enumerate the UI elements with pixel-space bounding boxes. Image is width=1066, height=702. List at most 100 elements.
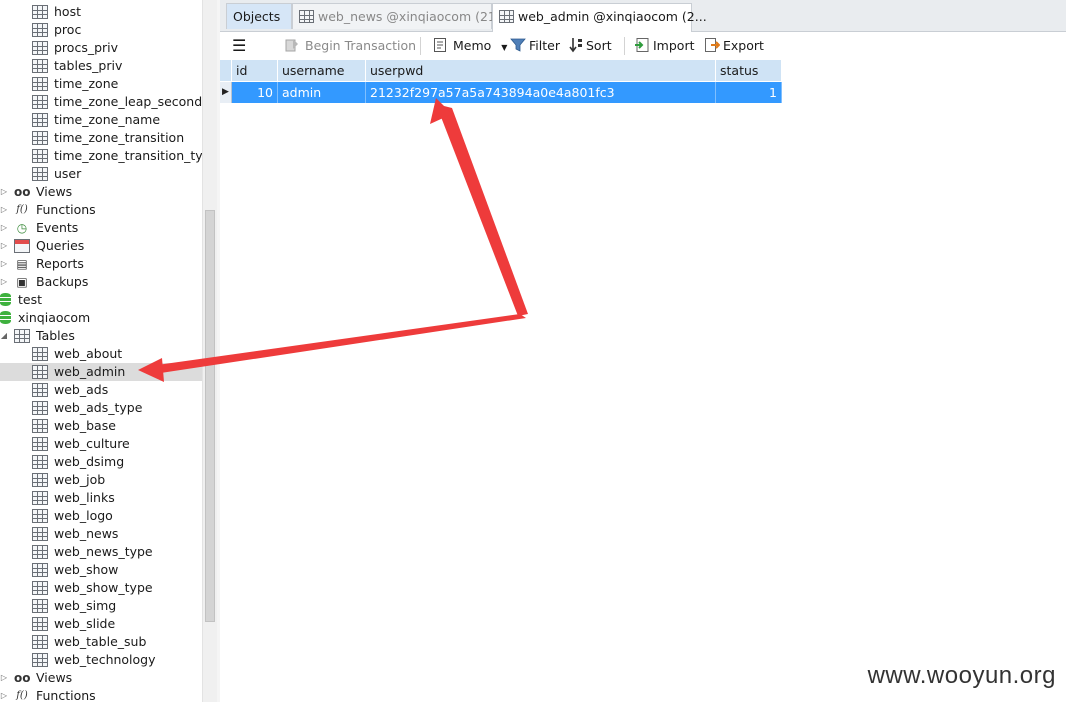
tree-item-time-zone[interactable]: time_zone	[0, 75, 202, 93]
cell-id[interactable]: 10	[232, 82, 278, 103]
tree-item-label: web_logo	[54, 508, 113, 523]
sort-button[interactable]: Sort	[568, 35, 612, 57]
table-icon	[32, 635, 48, 649]
tree-item-reports[interactable]: ▷ ▤ Reports	[0, 255, 202, 273]
tab-objects[interactable]: Objects	[226, 3, 292, 29]
tree-item-host[interactable]: host	[0, 3, 202, 21]
tree-item-label: web_base	[54, 418, 116, 433]
tree-item-label: Backups	[36, 274, 89, 289]
tree-item-web-show[interactable]: web_show	[0, 561, 202, 579]
tree-item-time-zone-transition-type[interactable]: time_zone_transition_type	[0, 147, 202, 165]
tree-item-web-show-type[interactable]: web_show_type	[0, 579, 202, 597]
export-button[interactable]: Export	[704, 35, 764, 57]
tab-web-admin[interactable]: web_admin @xinqiaocom (2...	[492, 3, 707, 32]
tree-item-backups[interactable]: ▷ ▣ Backups	[0, 273, 202, 291]
cell-userpwd[interactable]: 21232f297a57a5a743894a0e4a801fc3	[366, 82, 716, 103]
table-icon	[32, 77, 48, 91]
column-header-userpwd[interactable]: userpwd	[366, 60, 716, 81]
tree-item-time-zone-transition[interactable]: time_zone_transition	[0, 129, 202, 147]
row-indicator-icon[interactable]: ▶	[220, 82, 232, 103]
tree-item-web-base[interactable]: web_base	[0, 417, 202, 435]
tab-web-news[interactable]: web_news @xinqiaocom (21...	[292, 3, 508, 29]
table-icon	[32, 401, 48, 415]
tree-item-label: web_table_sub	[54, 634, 147, 649]
tree-item-web-dsimg[interactable]: web_dsimg	[0, 453, 202, 471]
tree-item-functions[interactable]: ▷ f() Functions	[0, 201, 202, 219]
chevron-down-icon[interactable]: ▼	[501, 43, 507, 52]
expand-icon[interactable]: ▷	[0, 273, 8, 291]
tree-item-procs-priv[interactable]: procs_priv	[0, 39, 202, 57]
tree-item-label: time_zone	[54, 76, 119, 91]
cell-username[interactable]: admin	[278, 82, 366, 103]
tree-item-functions[interactable]: ▷ f() Functions	[0, 687, 202, 702]
tree-item-xinqiaocom[interactable]: xinqiaocom	[0, 309, 202, 327]
expand-icon[interactable]: ▷	[0, 669, 8, 687]
filter-icon	[510, 37, 526, 53]
tree-item-web-news[interactable]: web_news	[0, 525, 202, 543]
expand-icon[interactable]: ▷	[0, 201, 8, 219]
expand-icon[interactable]: ▷	[0, 255, 8, 273]
import-button[interactable]: Import	[634, 35, 695, 57]
tree-item-label: Tables	[36, 328, 75, 343]
column-header-id[interactable]: id	[232, 60, 278, 81]
begin-transaction-button[interactable]: Begin Transaction	[284, 35, 416, 57]
tree-item-web-ads[interactable]: web_ads	[0, 381, 202, 399]
function-icon: f()	[16, 690, 28, 701]
filter-label: Filter	[529, 38, 560, 53]
tree-item-web-slide[interactable]: web_slide	[0, 615, 202, 633]
function-icon: f()	[16, 204, 28, 215]
tree-item-label: Events	[36, 220, 79, 235]
tree-item-views[interactable]: ▷ oo Views	[0, 669, 202, 687]
table-icon	[32, 95, 48, 109]
tree-item-events[interactable]: ▷ ◷ Events	[0, 219, 202, 237]
collapse-icon[interactable]: ◢	[0, 327, 8, 345]
export-label: Export	[723, 38, 764, 53]
tree-item-web-logo[interactable]: web_logo	[0, 507, 202, 525]
tree-item-time-zone-leap-second[interactable]: time_zone_leap_second	[0, 93, 202, 111]
tree-item-tables[interactable]: ◢ Tables	[0, 327, 202, 345]
clock-icon: ◷	[16, 221, 28, 235]
tree-item-views[interactable]: ▷ oo Views	[0, 183, 202, 201]
tree-item-tables-priv[interactable]: tables_priv	[0, 57, 202, 75]
table-icon	[32, 581, 48, 595]
tree-item-label: web_job	[54, 472, 106, 487]
memo-button[interactable]: Memo ▼	[432, 35, 507, 57]
tree-item-user[interactable]: user	[0, 165, 202, 183]
row-header-corner	[220, 60, 232, 81]
column-header-username[interactable]: username	[278, 60, 366, 81]
tree-item-time-zone-name[interactable]: time_zone_name	[0, 111, 202, 129]
query-icon	[14, 239, 30, 253]
expand-icon[interactable]: ▷	[0, 183, 8, 201]
menu-icon[interactable]: ☰	[232, 35, 246, 57]
tree-item-web-about[interactable]: web_about	[0, 345, 202, 363]
tree-item-test[interactable]: test	[0, 291, 202, 309]
tree-item-web-table-sub[interactable]: web_table_sub	[0, 633, 202, 651]
tab-web-admin-label: web_admin @xinqiaocom (2...	[518, 9, 707, 24]
tree-item-web-ads-type[interactable]: web_ads_type	[0, 399, 202, 417]
tree-item-web-job[interactable]: web_job	[0, 471, 202, 489]
expand-icon[interactable]: ▷	[0, 687, 8, 702]
tree-item-label: web_technology	[54, 652, 156, 667]
expand-icon[interactable]: ▷	[0, 219, 8, 237]
tree-item-proc[interactable]: proc	[0, 21, 202, 39]
scrollbar-thumb[interactable]	[205, 210, 215, 622]
cell-status[interactable]: 1	[716, 82, 782, 103]
tree-item-label: web_dsimg	[54, 454, 125, 469]
tree-item-web-culture[interactable]: web_culture	[0, 435, 202, 453]
tree-item-web-admin[interactable]: web_admin	[0, 363, 202, 381]
tree-scrollbar[interactable]	[202, 0, 218, 702]
tree-item-web-news-type[interactable]: web_news_type	[0, 543, 202, 561]
tree-item-label: web_ads_type	[54, 400, 143, 415]
views-icon: oo	[14, 185, 31, 199]
tree-item-web-simg[interactable]: web_simg	[0, 597, 202, 615]
tree-item-web-technology[interactable]: web_technology	[0, 651, 202, 669]
memo-icon	[432, 37, 448, 53]
tree-item-label: web_news	[54, 526, 119, 541]
expand-icon[interactable]: ▷	[0, 237, 8, 255]
table-icon	[32, 617, 48, 631]
filter-button[interactable]: Filter	[510, 35, 560, 57]
tree-item-queries[interactable]: ▷ Queries	[0, 237, 202, 255]
object-tree: host proc procs_priv tables_priv time_zoneti…	[0, 0, 202, 702]
column-header-status[interactable]: status	[716, 60, 782, 81]
tree-item-web-links[interactable]: web_links	[0, 489, 202, 507]
